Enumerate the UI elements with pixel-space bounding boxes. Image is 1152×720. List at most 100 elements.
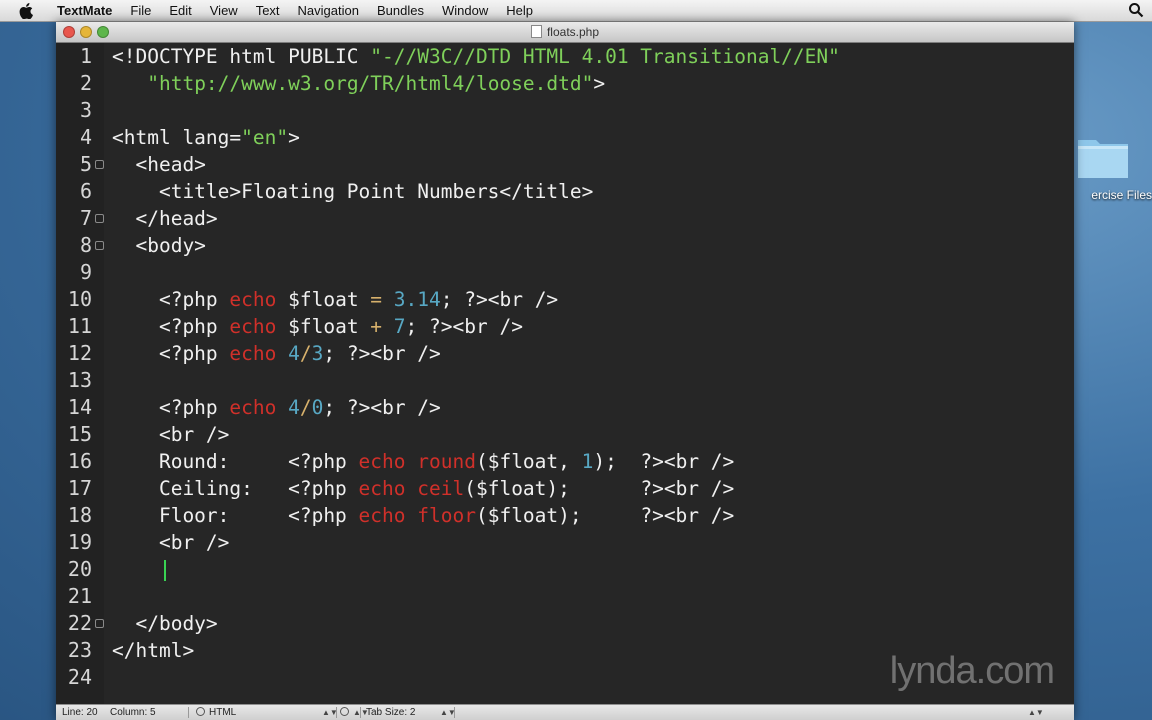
code-line[interactable]: 9 <box>56 259 1074 286</box>
code-line[interactable]: 2 "http://www.w3.org/TR/html4/loose.dtd"… <box>56 70 1074 97</box>
apple-logo-icon[interactable] <box>18 2 34 19</box>
code-line[interactable]: 10 <?php echo $float = 3.14; ?><br /> <box>56 286 1074 313</box>
code-text[interactable]: </html> <box>112 637 194 664</box>
code-token: 7 <box>393 315 406 338</box>
code-text[interactable]: </body> <box>112 610 217 637</box>
code-line[interactable]: 20 <box>56 556 1074 583</box>
fold-marker-icon[interactable] <box>95 160 104 169</box>
code-text[interactable]: <?php echo 4/3; ?><br /> <box>112 340 441 367</box>
editor-window: floats.php 1 <!DOCTYPE html PUBLIC "-//W3… <box>56 22 1074 720</box>
desktop-folder-label[interactable]: ercise Files <box>1064 188 1152 202</box>
line-number: 8 <box>79 233 92 257</box>
code-token: <body> <box>112 234 206 257</box>
code-token: 3 <box>311 342 324 365</box>
code-line[interactable]: 15 <br /> <box>56 421 1074 448</box>
code-line[interactable]: 19 <br /> <box>56 529 1074 556</box>
code-token: "-//W3C//DTD HTML 4.01 Transitional//EN" <box>370 45 840 68</box>
code-line[interactable]: 16 Round: <?php echo round($float, 1); ?… <box>56 448 1074 475</box>
code-line[interactable]: 13 <box>56 367 1074 394</box>
code-text[interactable]: </head> <box>112 205 217 232</box>
code-token: <title>Floating Point Numbers</title> <box>112 180 594 203</box>
line-number: 12 <box>67 341 92 365</box>
code-token: <head> <box>112 153 206 176</box>
status-divider <box>360 707 361 718</box>
fold-marker-icon[interactable] <box>95 214 104 223</box>
code-text[interactable]: <title>Floating Point Numbers</title> <box>112 178 593 205</box>
code-token: <br /> <box>370 396 441 419</box>
code-text[interactable]: Ceiling: <?php echo ceil($float); ?><br … <box>112 475 734 502</box>
code-token: echo <box>229 288 277 311</box>
code-token: <br /> <box>663 477 735 500</box>
menu-bundles[interactable]: Bundles <box>368 0 433 21</box>
line-number: 15 <box>67 422 92 446</box>
code-text[interactable]: <?php echo $float + 7; ?><br /> <box>112 313 523 340</box>
code-text[interactable]: <br /> <box>112 421 229 448</box>
document-icon <box>530 25 542 38</box>
code-token: floor <box>417 504 476 527</box>
folder-icon[interactable] <box>1076 134 1130 180</box>
menu-textmate[interactable]: TextMate <box>48 0 121 21</box>
code-line[interactable]: 12 <?php echo 4/3; ?><br /> <box>56 340 1074 367</box>
code-token: ($float); ?> <box>464 477 664 500</box>
code-text[interactable]: <body> <box>112 232 206 259</box>
code-line[interactable]: 6 <title>Floating Point Numbers</title> <box>56 178 1074 205</box>
code-token: Ceiling: <?php <box>112 477 359 500</box>
line-number: 13 <box>67 368 92 392</box>
window-titlebar[interactable]: floats.php <box>56 22 1074 43</box>
code-text[interactable]: Round: <?php echo round($float, 1); ?><b… <box>112 448 734 475</box>
code-line[interactable]: 21 <box>56 583 1074 610</box>
code-text[interactable]: <html lang="en"> <box>112 124 300 151</box>
fold-marker-icon[interactable] <box>95 619 104 628</box>
code-token: <br /> <box>112 531 230 554</box>
line-number: 4 <box>79 125 92 149</box>
code-token: Round: <?php <box>112 450 359 473</box>
menu-navigation[interactable]: Navigation <box>289 0 368 21</box>
menu-window[interactable]: Window <box>433 0 497 21</box>
code-line[interactable]: 5 <head> <box>56 151 1074 178</box>
line-number: 3 <box>79 98 92 122</box>
code-text[interactable]: <head> <box>112 151 206 178</box>
code-token: > <box>288 126 300 149</box>
bundle-gear-icon[interactable]: ▲▼ <box>340 705 369 720</box>
line-number: 22 <box>67 611 92 635</box>
code-line[interactable]: 1 <!DOCTYPE html PUBLIC "-//W3C//DTD HTML… <box>56 43 1074 70</box>
code-token: ); ?> <box>593 450 664 473</box>
code-text[interactable]: "http://www.w3.org/TR/html4/loose.dtd"> <box>112 70 605 97</box>
code-token: "http://www.w3.org/TR/html4/loose.dtd" <box>147 72 594 95</box>
code-line[interactable]: 14 <?php echo 4/0; ?><br /> <box>56 394 1074 421</box>
line-number: 17 <box>67 476 92 500</box>
code-text[interactable]: Floor: <?php echo floor($float); ?><br /… <box>112 502 734 529</box>
menu-edit[interactable]: Edit <box>160 0 200 21</box>
menu-text[interactable]: Text <box>247 0 289 21</box>
menu-help[interactable]: Help <box>497 0 542 21</box>
menu-file[interactable]: File <box>121 0 160 21</box>
line-number: 5 <box>79 152 92 176</box>
code-line[interactable]: 22 </body> <box>56 610 1074 637</box>
code-text[interactable]: <?php echo $float = 3.14; ?><br /> <box>112 286 558 313</box>
code-token: <?php <box>112 396 230 419</box>
code-token: ; ?> <box>323 342 371 365</box>
code-line[interactable]: 18 Floor: <?php echo floor($float); ?><b… <box>56 502 1074 529</box>
line-number: 21 <box>67 584 92 608</box>
code-text[interactable]: <!DOCTYPE html PUBLIC "-//W3C//DTD HTML … <box>112 43 840 70</box>
code-token: <br /> <box>663 450 735 473</box>
language-selector[interactable]: HTML <box>196 705 236 720</box>
code-line[interactable]: 11 <?php echo $float + 7; ?><br /> <box>56 313 1074 340</box>
code-line[interactable]: 17 Ceiling: <?php echo ceil($float); ?><… <box>56 475 1074 502</box>
code-text[interactable]: <?php echo 4/0; ?><br /> <box>112 394 441 421</box>
code-line[interactable]: 4 <html lang="en"> <box>56 124 1074 151</box>
symbol-dropdown-arrow-icon[interactable]: ▲▼ <box>1028 705 1044 720</box>
line-number: 6 <box>79 179 92 203</box>
code-text[interactable]: <br /> <box>112 529 229 556</box>
code-token: ; ?> <box>323 396 371 419</box>
fold-marker-icon[interactable] <box>95 241 104 250</box>
code-token: <br /> <box>663 504 735 527</box>
code-line[interactable]: 3 <box>56 97 1074 124</box>
code-editor[interactable]: 1 <!DOCTYPE html PUBLIC "-//W3C//DTD HTML… <box>56 43 1074 705</box>
menu-view[interactable]: View <box>201 0 247 21</box>
code-line[interactable]: 8 <body> <box>56 232 1074 259</box>
code-line[interactable]: 7 </head> <box>56 205 1074 232</box>
spotlight-search-icon[interactable] <box>1128 2 1144 18</box>
window-title-text: floats.php <box>546 25 600 39</box>
tab-size-selector[interactable]: Tab Size: 2 <box>366 705 415 720</box>
